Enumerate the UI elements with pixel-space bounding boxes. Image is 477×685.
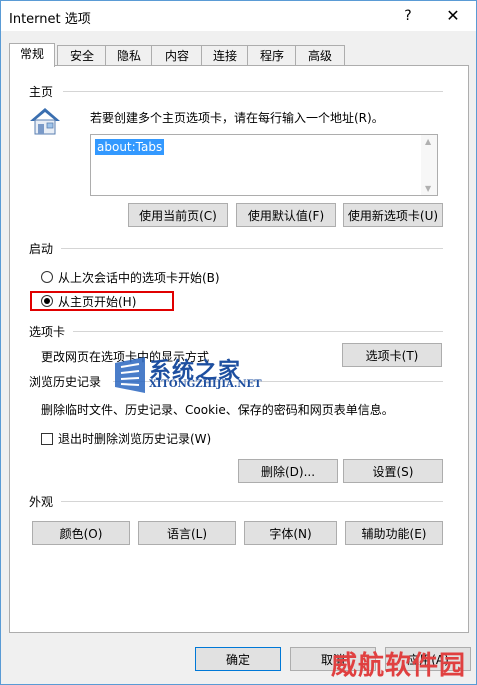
tab-connections[interactable]: 连接 — [201, 45, 249, 66]
tab-privacy[interactable]: 隐私 — [105, 45, 153, 66]
tab-advanced[interactable]: 高级 — [295, 45, 345, 66]
startup-section-label: 启动 — [29, 242, 54, 256]
watermark-subtitle: XITONGZHIJIA.NET — [149, 379, 262, 390]
textarea-scrollbar[interactable]: ▲ ▼ — [421, 135, 437, 195]
title-bar: Internet 选项 ? ✕ — [1, 1, 476, 31]
tabs-separator — [73, 331, 443, 332]
window-title: Internet 选项 — [9, 12, 91, 27]
colors-button[interactable]: 颜色(O) — [32, 521, 130, 545]
start-last-session-label: 从上次会话中的选项卡开始(B) — [58, 271, 220, 285]
scroll-up-icon[interactable]: ▲ — [425, 137, 431, 146]
tab-content[interactable]: 内容 — [151, 45, 203, 66]
house-icon — [30, 108, 60, 135]
history-settings-button[interactable]: 设置(S) — [343, 459, 443, 483]
appearance-section-label: 外观 — [29, 495, 54, 509]
watermark-corner: 威航软件园 — [331, 651, 467, 681]
appearance-separator — [61, 501, 443, 502]
delete-on-exit-checkbox[interactable] — [41, 433, 53, 445]
close-button[interactable]: ✕ — [433, 3, 473, 29]
home-section-label: 主页 — [29, 85, 54, 99]
history-section-label: 浏览历史记录 — [29, 375, 102, 389]
highlight-box — [30, 291, 174, 311]
home-separator — [63, 91, 443, 92]
history-description: 删除临时文件、历史记录、Cookie、保存的密码和网页表单信息。 — [41, 403, 394, 417]
use-current-button[interactable]: 使用当前页(C) — [128, 203, 228, 227]
homepage-textarea[interactable]: about:Tabs ▲ ▼ — [90, 134, 438, 196]
use-new-tab-button[interactable]: 使用新选项卡(U) — [343, 203, 443, 227]
help-button[interactable]: ? — [393, 3, 423, 29]
tab-general[interactable]: 常规 — [9, 43, 55, 67]
tabs-section-label: 选项卡 — [29, 325, 66, 339]
startup-separator — [61, 248, 443, 249]
languages-button[interactable]: 语言(L) — [138, 521, 236, 545]
homepage-value: about:Tabs — [95, 139, 165, 155]
fonts-button[interactable]: 字体(N) — [244, 521, 337, 545]
tab-security[interactable]: 安全 — [57, 45, 107, 66]
home-description: 若要创建多个主页选项卡，请在每行输入一个地址(R)。 — [90, 111, 384, 125]
use-default-button[interactable]: 使用默认值(F) — [236, 203, 336, 227]
delete-history-button[interactable]: 删除(D)... — [238, 459, 338, 483]
tab-programs[interactable]: 程序 — [247, 45, 297, 66]
scroll-down-icon[interactable]: ▼ — [425, 184, 431, 193]
tabs-button[interactable]: 选项卡(T) — [342, 343, 442, 367]
delete-on-exit-label: 退出时删除浏览历史记录(W) — [58, 432, 212, 446]
ok-button[interactable]: 确定 — [195, 647, 281, 671]
start-last-session-radio[interactable] — [41, 271, 53, 283]
internet-options-window: Internet 选项 ? ✕ 常规 安全 隐私 内容 连接 程序 高级 主页 … — [0, 0, 477, 685]
accessibility-button[interactable]: 辅助功能(E) — [345, 521, 443, 545]
